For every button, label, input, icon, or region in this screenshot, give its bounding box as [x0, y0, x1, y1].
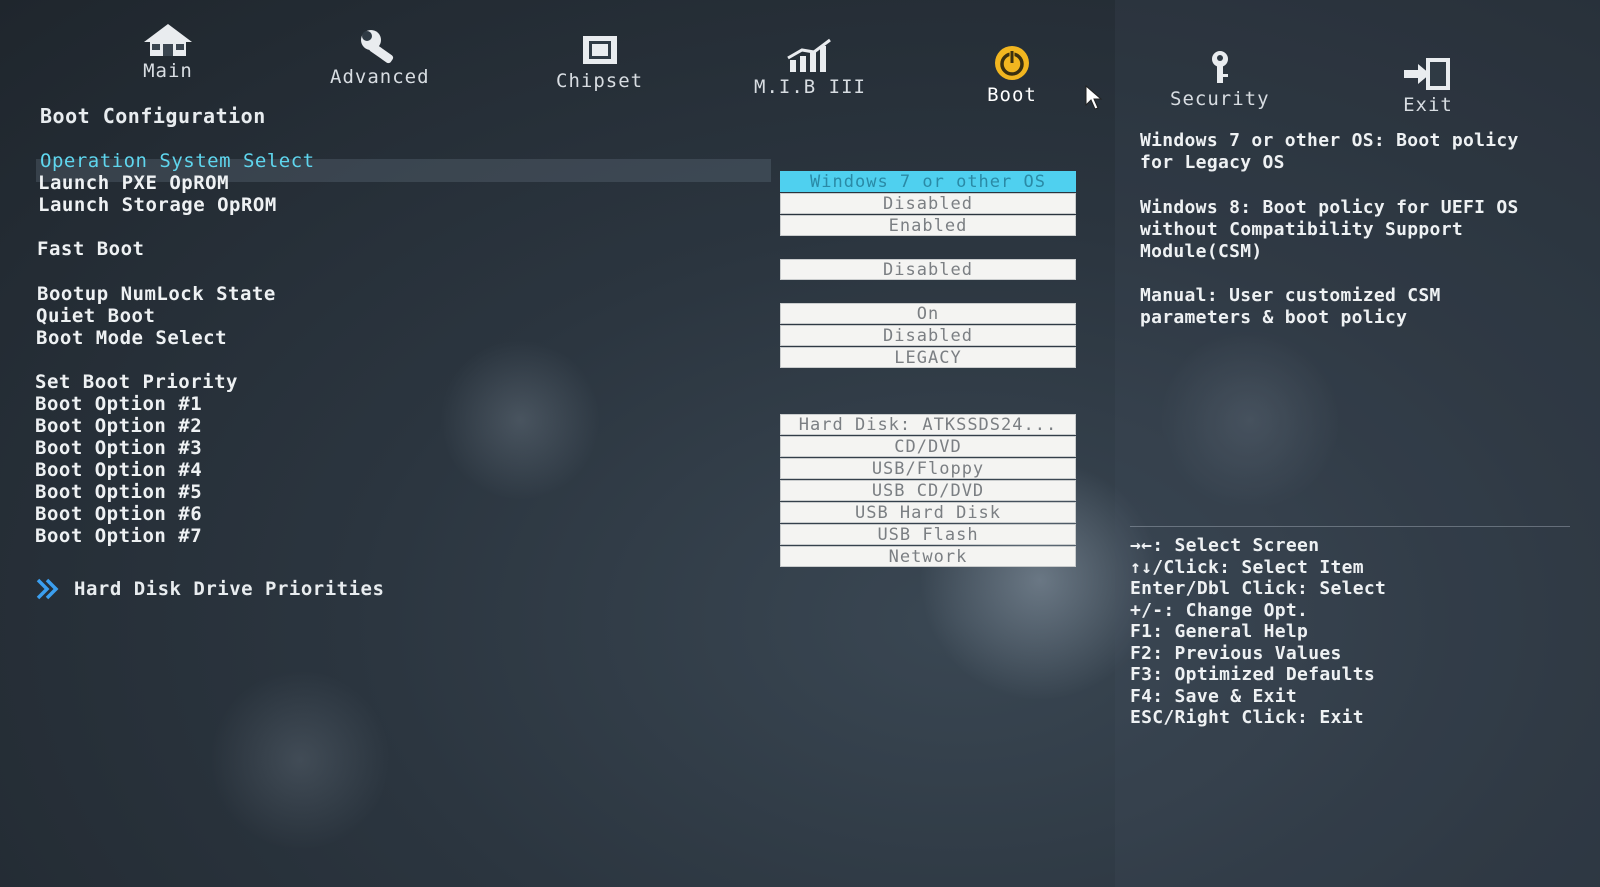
help-text-windows8: Windows 8: Boot policy for UEFI OS witho… [1140, 197, 1519, 262]
submenu-label: Hard Disk Drive Priorities [74, 578, 385, 600]
value-boot-option-7[interactable]: Network [780, 546, 1076, 567]
help-text-manual: Manual: User customized CSM parameters &… [1140, 285, 1441, 328]
tab-main[interactable]: Main [140, 22, 196, 82]
tab-exit[interactable]: Exit [1400, 56, 1456, 116]
chart-icon [787, 38, 831, 72]
tab-chipset[interactable]: Chipset [556, 32, 643, 92]
tab-mib-label: M.I.B III [754, 76, 866, 98]
help-divider [1130, 526, 1570, 527]
value-boot-option-1[interactable]: Hard Disk: ATKSSDS24... [780, 414, 1076, 435]
key-hint: ↑↓/Click: Select Item [1130, 556, 1364, 578]
tab-advanced-label: Advanced [330, 66, 430, 88]
tab-security[interactable]: Security [1170, 50, 1270, 110]
key-hint: ESC/Right Click: Exit [1130, 707, 1364, 728]
exit-icon [1404, 58, 1450, 90]
value-boot-option-5[interactable]: USB Hard Disk [780, 502, 1076, 523]
tab-boot[interactable]: Boot [987, 44, 1037, 106]
home-icon [144, 24, 192, 56]
value-boot-option-3[interactable]: USB/Floppy [780, 458, 1076, 479]
mouse-cursor-icon [1085, 85, 1103, 110]
value-fast-boot[interactable]: Disabled [780, 259, 1076, 280]
section-title: Boot Configuration [40, 104, 266, 128]
top-nav: Main Advanced Chipset M.I.B III Boot Sec… [0, 18, 1600, 118]
setting-launch-pxe-oprom[interactable]: Launch PXE OpROM [38, 172, 229, 194]
setting-launch-storage-oprom[interactable]: Launch Storage OpROM [38, 194, 277, 216]
tab-security-label: Security [1170, 88, 1270, 110]
setting-set-boot-priority: Set Boot Priority [35, 371, 238, 393]
key-hint: Enter/Dbl Click: Select [1130, 578, 1387, 599]
tab-advanced[interactable]: Advanced [330, 28, 430, 88]
double-chevron-right-icon [36, 578, 59, 600]
setting-boot-option-1[interactable]: Boot Option #1 [35, 393, 202, 415]
key-hint: F4: Save & Exit [1130, 685, 1298, 707]
setting-operation-system-select[interactable]: Operation System Select [40, 150, 315, 172]
tab-exit-label: Exit [1403, 94, 1453, 116]
setting-boot-option-5[interactable]: Boot Option #5 [35, 481, 202, 503]
key-hint: +/-: Change Opt. [1130, 599, 1309, 621]
value-launch-pxe-oprom[interactable]: Disabled [780, 193, 1076, 214]
setting-boot-option-2[interactable]: Boot Option #2 [35, 415, 202, 437]
value-operation-system-select[interactable]: Windows 7 or other OS [780, 171, 1076, 192]
value-launch-storage-oprom[interactable]: Enabled [780, 215, 1076, 236]
value-quiet-boot[interactable]: Disabled [780, 325, 1076, 346]
setting-boot-option-4[interactable]: Boot Option #4 [35, 459, 202, 481]
setting-boot-option-7[interactable]: Boot Option #7 [35, 525, 202, 547]
key-icon [1211, 51, 1228, 83]
tab-main-label: Main [143, 60, 193, 82]
value-boot-option-6[interactable]: USB Flash [780, 524, 1076, 545]
setting-quiet-boot[interactable]: Quiet Boot [36, 305, 155, 327]
tab-chipset-label: Chipset [556, 70, 644, 92]
key-hint: F2: Previous Values [1130, 642, 1342, 664]
setting-boot-mode-select[interactable]: Boot Mode Select [36, 327, 227, 349]
tab-mib[interactable]: M.I.B III [754, 38, 866, 98]
key-hint: F3: Optimized Defaults [1130, 664, 1376, 685]
value-bootup-numlock-state[interactable]: On [780, 303, 1076, 324]
key-legend: →←: Select Screen ↑↓/Click: Select Item … [1130, 535, 1386, 729]
help-text-windows7: Windows 7 or other OS: Boot policy for L… [1140, 130, 1519, 173]
value-boot-option-2[interactable]: CD/DVD [780, 436, 1076, 457]
value-boot-option-4[interactable]: USB CD/DVD [780, 480, 1076, 501]
wrench-icon [360, 30, 393, 64]
key-hint: F1: General Help [1130, 621, 1309, 642]
key-hint: →←: Select Screen [1130, 535, 1320, 556]
chip-icon [582, 36, 617, 64]
power-icon [995, 46, 1029, 80]
setting-bootup-numlock-state[interactable]: Bootup NumLock State [37, 283, 276, 305]
setting-boot-option-3[interactable]: Boot Option #3 [35, 437, 202, 459]
setting-fast-boot[interactable]: Fast Boot [37, 238, 144, 260]
setting-boot-option-6[interactable]: Boot Option #6 [35, 503, 202, 525]
submenu-hard-disk-drive-priorities[interactable]: Hard Disk Drive Priorities [36, 578, 384, 600]
value-boot-mode-select[interactable]: LEGACY [780, 347, 1076, 368]
tab-boot-label: Boot [987, 84, 1037, 106]
